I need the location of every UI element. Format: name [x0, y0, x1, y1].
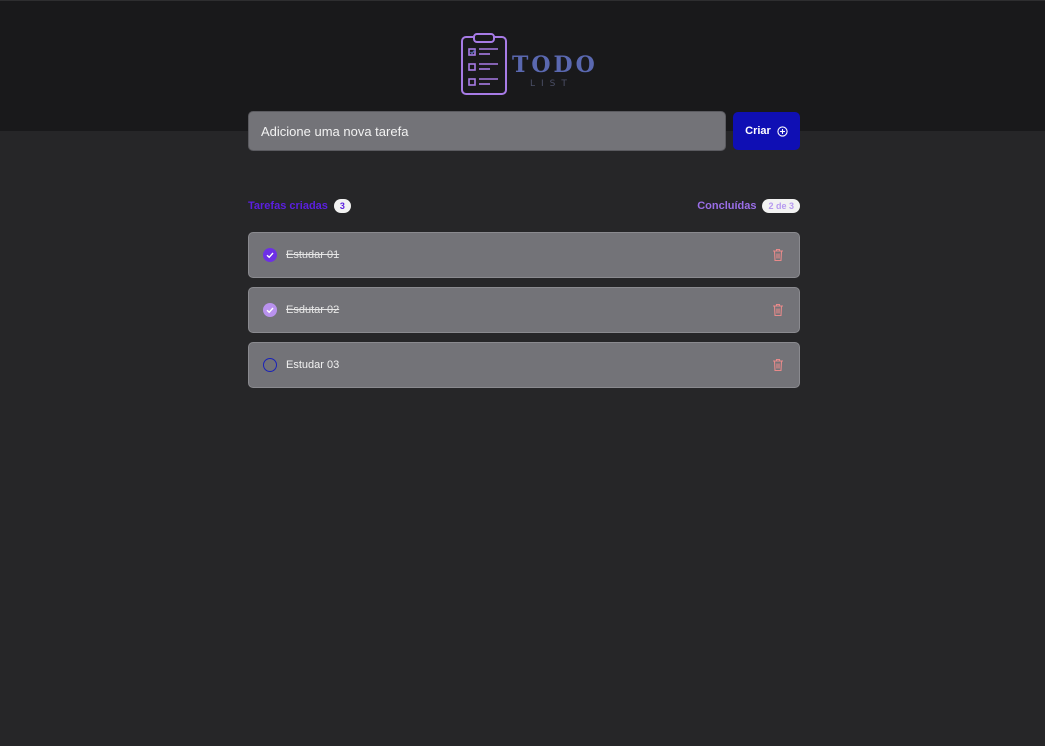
task-text: Estudar 01: [286, 249, 340, 261]
done-counter: Concluídas 2 de 3: [697, 199, 800, 213]
logo-subtitle: LIST: [530, 79, 573, 89]
task-text: Estudar 03: [286, 359, 340, 371]
create-button[interactable]: Criar: [733, 112, 800, 150]
task-item: Estudar 01: [248, 232, 800, 278]
check-icon: [266, 307, 274, 314]
trash-icon[interactable]: [772, 358, 784, 372]
task-checkbox[interactable]: [263, 303, 277, 317]
new-task-input[interactable]: [248, 111, 726, 151]
done-count-badge: 2 de 3: [762, 199, 800, 213]
task-checkbox[interactable]: [263, 248, 277, 262]
task-checkbox[interactable]: [263, 358, 277, 372]
task-counters: Tarefas criadas 3 Concluídas 2 de 3: [248, 199, 800, 215]
logo-title: TODO: [512, 52, 598, 78]
task-item: Esdutar 02: [248, 287, 800, 333]
task-text: Esdutar 02: [286, 304, 340, 316]
create-button-label: Criar: [745, 125, 771, 137]
clipboard-icon: [461, 33, 507, 95]
done-label: Concluídas: [697, 200, 757, 212]
trash-icon[interactable]: [772, 303, 784, 317]
plus-circle-icon: [777, 125, 788, 137]
created-label: Tarefas criadas: [248, 200, 328, 212]
trash-icon[interactable]: [772, 248, 784, 262]
check-icon: [266, 252, 274, 259]
task-list: Estudar 01 Esdutar 02 Estudar 03: [248, 232, 800, 397]
created-count-badge: 3: [333, 199, 351, 213]
task-item: Estudar 03: [248, 342, 800, 388]
logo: TODO LIST: [460, 33, 600, 97]
created-counter: Tarefas criadas 3: [248, 199, 351, 213]
